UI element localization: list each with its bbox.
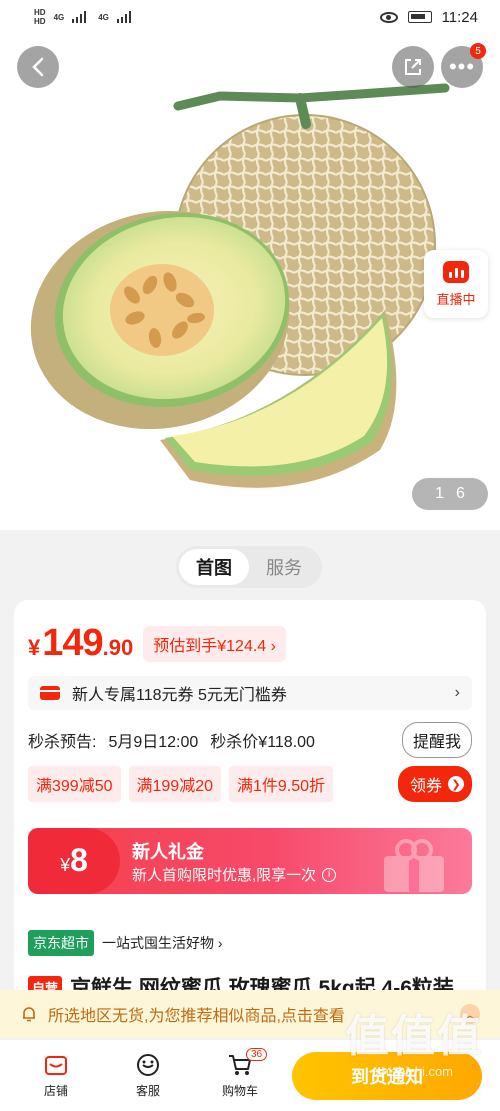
- remind-me-button[interactable]: 提醒我: [401, 722, 472, 758]
- new-user-gift-banner[interactable]: ¥ 8 新人礼金 新人首购限时优惠,限享一次 i: [28, 828, 472, 894]
- promo-chip[interactable]: 满399减50: [28, 766, 121, 802]
- live-stream-button[interactable]: 直播中: [424, 250, 488, 318]
- estimated-price-text: 预估到手¥124.4: [153, 637, 267, 655]
- cart-button[interactable]: 36 购物车: [194, 1048, 286, 1099]
- price-currency: ¥: [28, 635, 41, 660]
- price-integer: 149: [42, 622, 103, 664]
- seckill-preview: 秒杀预告: 5月9日12:00 秒杀价¥118.00 提醒我: [28, 722, 472, 758]
- status-bar: HD HD 4G 4G 11:24: [0, 0, 500, 34]
- battery-icon: [407, 11, 432, 23]
- store-label: 店铺: [43, 1084, 68, 1098]
- gift-description: 新人首购限时优惠,限享一次 i: [132, 864, 337, 885]
- seckill-price: 秒杀价¥118.00: [210, 734, 315, 751]
- promotion-chips: 满399减50 满199减20 满1件9.50折 领券 ❯: [28, 766, 472, 802]
- gift-amount-value: 8: [70, 842, 88, 878]
- coupon-text: 新人专属118元券 5元无门槛券: [72, 687, 287, 704]
- gift-amount: ¥ 8: [28, 828, 120, 894]
- store-button[interactable]: 店铺: [10, 1052, 102, 1099]
- chevron-left-icon: [32, 57, 44, 77]
- tab-main-image[interactable]: 首图: [179, 549, 249, 585]
- hd-label: HD: [34, 8, 46, 17]
- promo-chip[interactable]: 满199减20: [128, 766, 221, 802]
- store-slogan: 一站式囤生活好物 ›: [102, 935, 223, 951]
- live-label: 直播中: [436, 291, 476, 307]
- gift-title: 新人礼金: [132, 842, 204, 862]
- gift-box-icon: [384, 839, 444, 892]
- tab-service[interactable]: 服务: [249, 549, 319, 585]
- share-icon: [405, 59, 421, 75]
- promo-chip[interactable]: 满1件9.50折: [229, 766, 334, 802]
- price-decimal: .90: [102, 635, 134, 660]
- price: ¥ 149 .90: [28, 622, 133, 665]
- bell-icon: [23, 1007, 35, 1022]
- info-icon[interactable]: i: [322, 867, 337, 882]
- more-button[interactable]: ••• 5: [441, 43, 486, 88]
- coupon-bar[interactable]: 新人专属118元券 5元无门槛券 ›: [28, 676, 472, 710]
- network-label-2: 4G: [98, 12, 109, 22]
- seckill-label: 秒杀预告:: [28, 734, 97, 751]
- seckill-time: 5月9日12:00: [108, 734, 199, 751]
- image-pager: 1 6: [412, 478, 488, 510]
- estimated-price-badge[interactable]: 预估到手¥124.4 ›: [143, 625, 286, 662]
- gift-currency: ¥: [60, 855, 71, 875]
- cart-label: 购物车: [221, 1084, 258, 1098]
- coupon-card-icon: [40, 686, 60, 700]
- network-label: 4G: [53, 12, 65, 22]
- share-button[interactable]: [392, 46, 434, 88]
- jd-supermarket-tag: 京东超市: [28, 930, 94, 956]
- pager-total: 6: [456, 485, 465, 502]
- arrival-notify-button[interactable]: 到货通知: [292, 1052, 482, 1100]
- service-icon: [137, 1054, 159, 1076]
- signal-icon: [72, 11, 90, 23]
- cart-count-badge: 36: [246, 1048, 268, 1061]
- live-icon: [443, 260, 469, 283]
- back-button[interactable]: [17, 46, 59, 88]
- signal-icon-2: [116, 11, 135, 23]
- chevron-right-icon: ›: [454, 684, 460, 701]
- hd-label-2: HD: [34, 17, 46, 26]
- store-row[interactable]: 京东超市 一站式囤生活好物 ›: [28, 930, 223, 956]
- product-info-card: ¥ 149 .90 预估到手¥124.4 › 新人专属118元券 5元无门槛券 …: [14, 600, 486, 1020]
- chevron-up-icon[interactable]: ︿: [460, 1004, 480, 1024]
- bottom-action-bar: 店铺 客服 36 购物车 到货通知: [0, 1040, 500, 1111]
- store-icon: [45, 1056, 67, 1075]
- arrow-right-icon: ❯: [448, 776, 464, 792]
- customer-service-button[interactable]: 客服: [102, 1052, 194, 1099]
- get-coupon-button[interactable]: 领券 ❯: [397, 766, 472, 802]
- service-label: 客服: [135, 1084, 160, 1098]
- get-coupon-label: 领券: [409, 778, 442, 795]
- eye-icon: [379, 11, 398, 23]
- gallery-tabs: 首图 服务: [176, 546, 322, 588]
- notice-text: 所选地区无货,为您推荐相似商品,点击查看: [48, 1008, 345, 1025]
- more-badge: 5: [470, 43, 486, 59]
- more-icon: •••: [448, 54, 476, 79]
- pager-current: 1: [435, 485, 444, 502]
- gift-desc-text: 新人首购限时优惠,限享一次: [132, 867, 317, 884]
- clock: 11:24: [441, 8, 478, 26]
- out-of-stock-notice[interactable]: 所选地区无货,为您推荐相似商品,点击查看 ︿: [0, 990, 500, 1038]
